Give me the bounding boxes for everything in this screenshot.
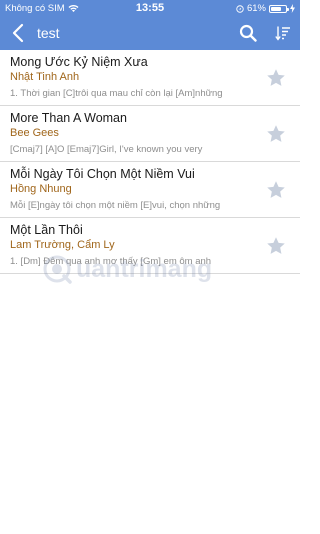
song-artist: Nhật Tinh Anh [10, 71, 80, 83]
star-icon[interactable] [266, 68, 286, 88]
song-lyric-preview: 1. Thời gian [C]trôi qua mau chỉ còn lại… [10, 88, 223, 99]
song-artist: Bee Gees [10, 127, 59, 139]
charging-icon [290, 4, 295, 13]
song-title: Mỗi Ngày Tôi Chọn Một Niềm Vui [10, 167, 195, 181]
song-title: Một Lần Thôi [10, 223, 83, 237]
status-right: 61% [236, 3, 295, 14]
song-artist: Lam Trường, Cẩm Ly [10, 239, 115, 251]
back-arrow-icon[interactable] [10, 23, 28, 43]
list-item[interactable]: Mỗi Ngày Tôi Chọn Một Niềm Vui Hồng Nhun… [0, 162, 300, 218]
battery-icon [269, 4, 289, 13]
location-icon [236, 4, 244, 13]
song-lyric-preview: [Cmaj7] [A]O [Emaj7]Girl, I've known you… [10, 144, 203, 155]
song-artist: Hồng Nhung [10, 183, 72, 195]
page-title: test [37, 25, 60, 41]
song-title: More Than A Woman [10, 111, 127, 125]
battery-fill [271, 6, 281, 11]
status-bar: Không có SIM 13:55 61% [0, 0, 300, 16]
song-list: Mong Ước Kỷ Niệm Xưa Nhật Tinh Anh 1. Th… [0, 50, 300, 274]
song-title: Mong Ước Kỷ Niệm Xưa [10, 55, 148, 69]
list-item[interactable]: More Than A Woman Bee Gees [Cmaj7] [A]O … [0, 106, 300, 162]
star-icon[interactable] [266, 124, 286, 144]
sort-icon[interactable] [275, 25, 291, 41]
song-lyric-preview: 1. [Dm] Đêm qua anh mơ thấy [Gm] em ôm a… [10, 256, 212, 267]
star-icon[interactable] [266, 180, 286, 200]
search-icon[interactable] [239, 24, 257, 42]
navigation-bar: test [0, 16, 300, 50]
star-icon[interactable] [266, 236, 286, 256]
song-lyric-preview: Mỗi [E]ngày tôi chọn một niềm [E]vui, ch… [10, 200, 221, 211]
battery-percent: 61% [246, 3, 266, 14]
list-item[interactable]: Một Lần Thôi Lam Trường, Cẩm Ly 1. [Dm] … [0, 218, 300, 274]
list-item[interactable]: Mong Ước Kỷ Niệm Xưa Nhật Tinh Anh 1. Th… [0, 50, 300, 106]
